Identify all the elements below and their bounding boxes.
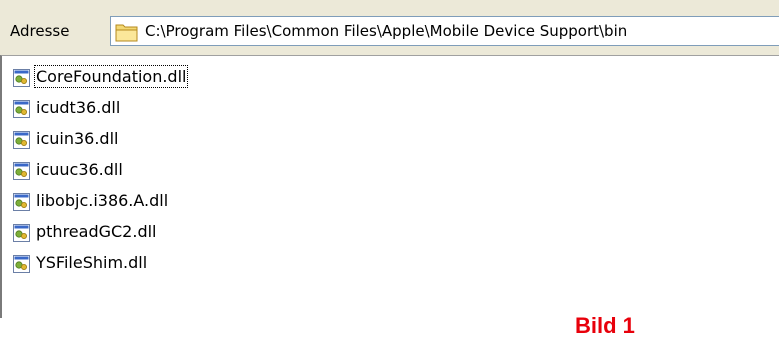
file-name: pthreadGC2.dll [36, 222, 157, 241]
address-bar: Adresse C:\Program Files\Common Files\Ap… [0, 0, 779, 55]
dll-file-icon [12, 67, 32, 87]
image-caption: Bild 1 [575, 313, 635, 338]
address-label: Adresse [10, 22, 70, 40]
dll-file-icon [12, 98, 32, 118]
file-list-pane[interactable]: CoreFoundation.dll icudt36.dll icuin36.d… [0, 55, 779, 338]
file-name: YSFileShim.dll [36, 253, 148, 272]
file-name: libobjc.i386.A.dll [36, 191, 169, 210]
dll-file-icon [12, 191, 32, 211]
dll-file-icon [12, 253, 32, 273]
dll-file-icon [12, 222, 32, 242]
dll-file-icon [12, 160, 32, 180]
file-name: icuin36.dll [36, 129, 119, 148]
file-name: CoreFoundation.dll [34, 65, 189, 88]
address-input[interactable]: C:\Program Files\Common Files\Apple\Mobi… [110, 16, 779, 46]
address-path: C:\Program Files\Common Files\Apple\Mobi… [145, 22, 628, 40]
file-name: icuuc36.dll [36, 160, 123, 179]
folder-icon [115, 22, 139, 42]
dll-file-icon [12, 129, 32, 149]
file-name: icudt36.dll [36, 98, 121, 117]
